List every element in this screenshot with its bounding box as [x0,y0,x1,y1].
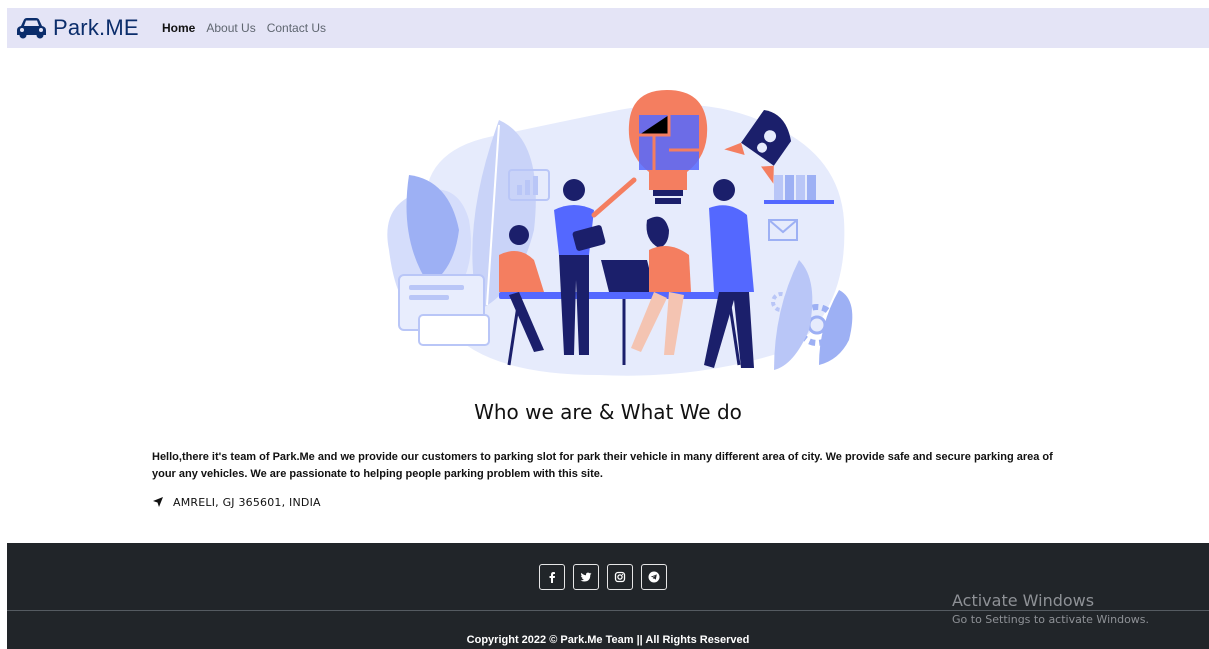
instagram-button[interactable] [607,564,633,590]
page: Park.ME Home About Us Contact Us Who we … [7,8,1209,649]
about-heading: Who we are & What We do [474,400,742,424]
address: AMRELI, GJ 365601, INDIA [152,494,321,510]
team-brainstorm-illustration [387,90,853,376]
twitter-button[interactable] [573,564,599,590]
nav-about-us[interactable]: About Us [206,21,255,35]
car-icon [17,18,46,39]
brand-name: Park.ME [53,15,139,40]
telegram-icon [648,571,660,583]
nav-home[interactable]: Home [162,21,195,35]
twitter-icon [580,572,592,582]
address-text: AMRELI, GJ 365601, INDIA [173,495,321,509]
brand-link[interactable]: Park.ME [15,11,139,45]
watermark-title: Activate Windows [952,591,1095,610]
location-arrow-icon [153,497,163,507]
facebook-icon [549,572,555,583]
nav-contact-us[interactable]: Contact Us [267,21,326,35]
activate-windows-watermark: Activate Windows Go to Settings to activ… [952,591,1149,626]
watermark-subtitle: Go to Settings to activate Windows. [952,613,1150,626]
nav-links: Home About Us Contact Us [162,8,337,48]
about-paragraph: Hello,there it's team of Park.Me and we … [152,451,1053,480]
telegram-button[interactable] [641,564,667,590]
copyright-text: Copyright 2022 © Park.Me Team || All Rig… [466,634,750,646]
navbar: Park.ME Home About Us Contact Us [7,8,1209,48]
instagram-icon [614,571,626,583]
facebook-button[interactable] [539,564,565,590]
social-links [539,564,675,590]
